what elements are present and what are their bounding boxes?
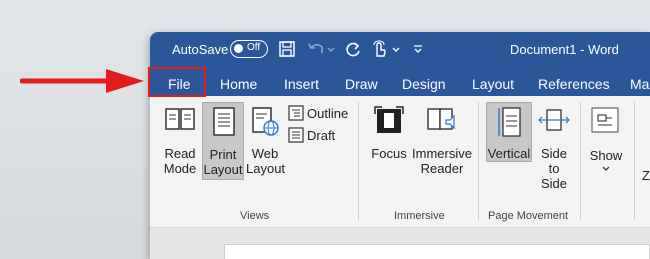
title-bar: AutoSave Off Document1 - Word — [150, 32, 650, 66]
ribbon: Read Mode Print Layout Web Layout Outlin… — [150, 96, 650, 228]
undo-icon[interactable] — [307, 40, 325, 58]
tab-draw[interactable]: Draw — [345, 73, 378, 95]
side-to-side-label-2: to Side — [540, 161, 568, 191]
tab-mailings-partial[interactable]: Ma — [630, 73, 649, 95]
read-mode-label-1: Read — [164, 146, 196, 161]
side-to-side-label-1: Side — [540, 146, 568, 161]
autosave-state: Off — [247, 42, 261, 53]
show-label: Show — [589, 148, 623, 163]
vertical-label: Vertical — [487, 146, 531, 161]
read-mode-button[interactable]: Read Mode — [158, 104, 202, 176]
tab-design[interactable]: Design — [402, 73, 446, 95]
show-chevron-down-icon — [602, 166, 610, 171]
draft-button[interactable]: Draft — [286, 126, 348, 146]
read-mode-icon — [165, 108, 195, 130]
group-separator — [634, 102, 635, 220]
read-mode-label-2: Mode — [163, 161, 197, 176]
immersive-reader-label-2: Reader — [420, 161, 464, 176]
draft-label: Draft — [307, 128, 336, 143]
toggle-knob — [234, 44, 243, 53]
immersive-reader-icon — [427, 108, 455, 130]
vertical-button[interactable]: Vertical — [486, 102, 532, 162]
document-page[interactable] — [224, 244, 650, 259]
page-movement-group-label: Page Movement — [488, 210, 569, 222]
side-to-side-icon — [538, 109, 570, 131]
outline-button[interactable]: Outline — [286, 104, 348, 124]
group-separator — [358, 102, 359, 220]
show-button[interactable]: Show — [586, 104, 626, 180]
touch-mode-icon[interactable] — [370, 40, 388, 58]
focus-label: Focus — [371, 146, 407, 161]
web-layout-button[interactable]: Web Layout — [246, 104, 286, 176]
undo-dropdown-icon[interactable] — [326, 40, 336, 58]
focus-button[interactable]: Focus — [370, 104, 408, 164]
group-separator — [580, 102, 581, 220]
draft-icon — [288, 127, 304, 143]
web-layout-label-1: Web — [251, 146, 279, 161]
zoom-label-partial[interactable]: Z — [642, 168, 650, 183]
print-layout-label-2: Layout — [203, 162, 243, 177]
outline-label: Outline — [307, 106, 349, 121]
autosave-label: AutoSave — [172, 42, 229, 57]
side-to-side-button[interactable]: Side to Side — [534, 104, 574, 191]
tab-home[interactable]: Home — [220, 73, 257, 95]
word-window: AutoSave Off Document1 - Word File Home … — [150, 32, 650, 259]
tab-references[interactable]: References — [538, 73, 610, 95]
outline-icon — [288, 105, 304, 121]
group-separator — [478, 102, 479, 220]
immersive-group-label: Immersive — [394, 210, 445, 222]
save-icon[interactable] — [278, 40, 296, 58]
print-layout-label-1: Print — [209, 147, 237, 162]
web-layout-label-2: Layout — [246, 161, 286, 176]
autosave-toggle[interactable]: Off — [230, 40, 268, 58]
immersive-reader-button[interactable]: Immersive Reader — [412, 104, 472, 176]
views-group-label: Views — [240, 210, 270, 222]
show-icon — [591, 107, 619, 133]
redo-icon[interactable] — [344, 40, 362, 58]
vertical-icon — [498, 107, 521, 137]
web-layout-icon — [252, 107, 279, 136]
red-arrow-annotation — [20, 69, 144, 93]
document-title: Document1 - Word — [510, 42, 619, 57]
print-layout-icon — [213, 107, 235, 136]
immersive-reader-label-1: Immersive — [412, 146, 472, 161]
tab-layout[interactable]: Layout — [472, 73, 514, 95]
focus-icon — [374, 106, 404, 133]
touch-dropdown-icon[interactable] — [391, 40, 401, 58]
tab-insert[interactable]: Insert — [284, 73, 319, 95]
file-tab-highlight-box — [148, 67, 206, 97]
document-area — [150, 228, 650, 259]
customize-toolbar-icon[interactable] — [412, 40, 424, 58]
print-layout-button[interactable]: Print Layout — [202, 102, 244, 180]
